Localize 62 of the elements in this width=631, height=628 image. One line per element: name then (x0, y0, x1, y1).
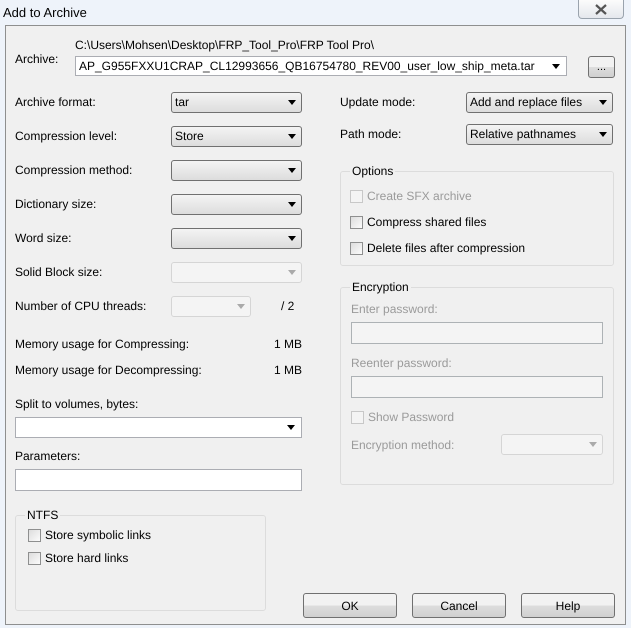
dropdown-arrow-icon (288, 202, 296, 206)
setting-label: Word size: (15, 231, 72, 245)
dropdown-arrow-icon (237, 304, 245, 308)
dialog-button[interactable]: Help (521, 593, 615, 618)
setting-label: Solid Block size: (15, 265, 104, 279)
dropdown-arrow-icon (589, 442, 597, 447)
group-title: Options (350, 164, 396, 178)
checkbox-option[interactable]: Delete files after compression (350, 240, 604, 256)
close-icon (595, 4, 607, 14)
reenter-password-label: Reenter password: (351, 356, 453, 370)
setting-label: Compression method: (15, 163, 134, 177)
dropdown-arrow-icon (288, 134, 296, 138)
mode-label: Path mode: (340, 127, 402, 141)
browse-button[interactable]: ... (588, 56, 615, 78)
dropdown-arrow-icon (288, 270, 296, 274)
dropdown-arrow-icon (288, 236, 296, 240)
setting-combo[interactable] (171, 160, 302, 180)
split-label: Split to volumes, bytes: (15, 397, 140, 411)
setting-label: Number of CPU threads: (15, 299, 148, 313)
dropdown-arrow-icon (288, 168, 296, 172)
dialog-button[interactable]: OK (303, 593, 397, 618)
password-label: Enter password: (351, 302, 439, 316)
mode-combo[interactable]: Add and replace files (466, 92, 613, 112)
dropdown-arrow-icon (599, 100, 607, 104)
checkbox[interactable] (28, 528, 41, 542)
group-title: NTFS (25, 508, 60, 522)
dropdown-arrow-icon (288, 100, 296, 104)
setting-combo[interactable]: tar (171, 92, 302, 112)
archive-label: Archive: (15, 52, 60, 66)
memory-value: 1 MB (274, 363, 302, 377)
encryption-method-combo[interactable] (501, 434, 603, 455)
setting-combo[interactable] (171, 228, 302, 248)
checkbox-option[interactable]: Compress shared files (350, 214, 604, 230)
setting-combo[interactable] (171, 194, 302, 214)
encryption-method-label: Encryption method: (351, 438, 454, 452)
setting-label: Dictionary size: (15, 197, 98, 211)
window-title: Add to Archive (3, 4, 87, 20)
thread-count: / 2 (281, 299, 294, 313)
dropdown-arrow-icon (287, 425, 295, 430)
mode-label: Update mode: (340, 95, 416, 109)
close-button[interactable] (578, 0, 624, 19)
setting-label: Archive format: (15, 95, 97, 109)
setting-label: Compression level: (15, 129, 118, 143)
checkbox[interactable] (350, 216, 363, 228)
memory-label: Memory usage for Compressing: (15, 337, 190, 351)
setting-combo[interactable]: Store (171, 126, 302, 146)
archive-combo[interactable]: AP_G955FXXU1CRAP_CL12993656_QB16754780_REV00_user_low_ship_meta.tar (75, 56, 567, 76)
dropdown-arrow-icon (552, 64, 560, 68)
parameters-field[interactable] (15, 469, 302, 491)
mode-combo[interactable]: Relative pathnames (466, 124, 613, 144)
checkbox[interactable] (28, 552, 41, 564)
parameters-label: Parameters: (15, 449, 82, 463)
dialog-button[interactable]: Cancel (412, 593, 506, 618)
checkbox-option[interactable]: Store hard links (28, 550, 253, 566)
dropdown-arrow-icon (599, 132, 607, 136)
split-combo[interactable] (15, 417, 302, 438)
checkbox-option[interactable]: Store symbolic links (28, 527, 253, 543)
group-title: Encryption (350, 280, 411, 294)
checkbox[interactable] (350, 242, 363, 254)
memory-value: 1 MB (274, 337, 302, 351)
memory-label: Memory usage for Decompressing: (15, 363, 202, 377)
folder-path: C:\Users\Mohsen\Desktop\FRP_Tool_Pro\FRP Tool Pro\ (75, 38, 376, 52)
